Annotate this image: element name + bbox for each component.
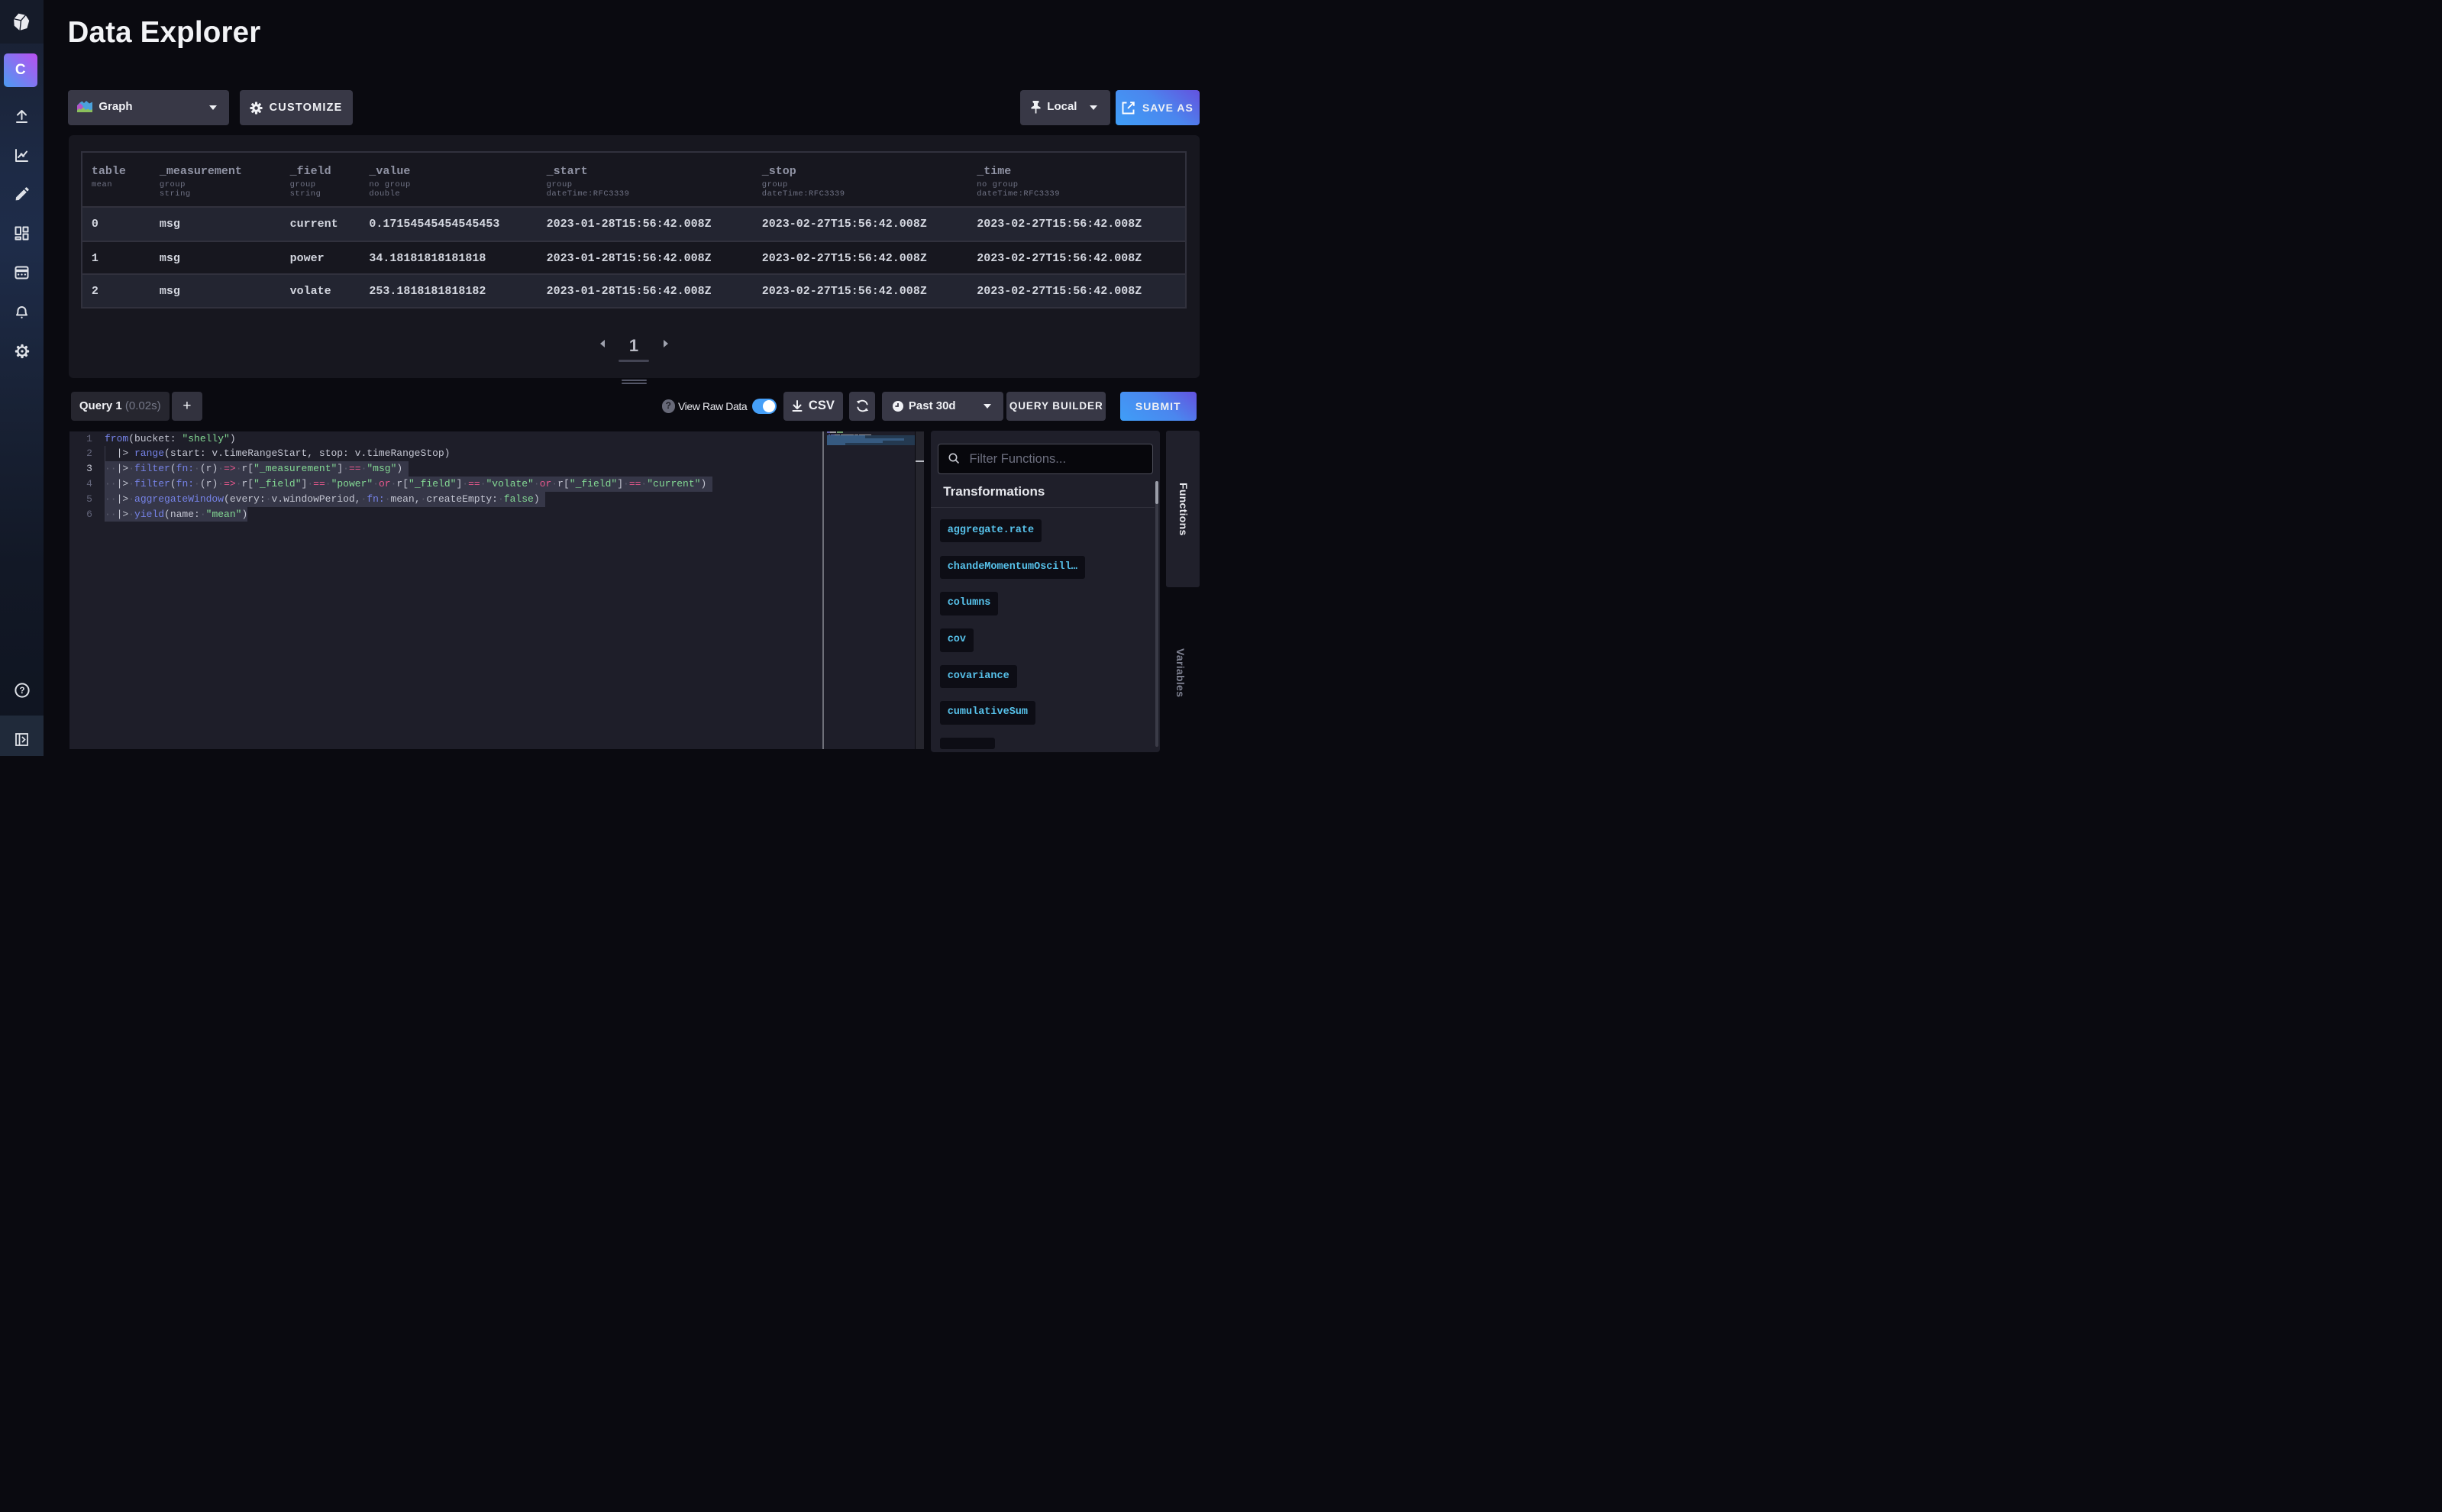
- svg-text:?: ?: [19, 687, 24, 696]
